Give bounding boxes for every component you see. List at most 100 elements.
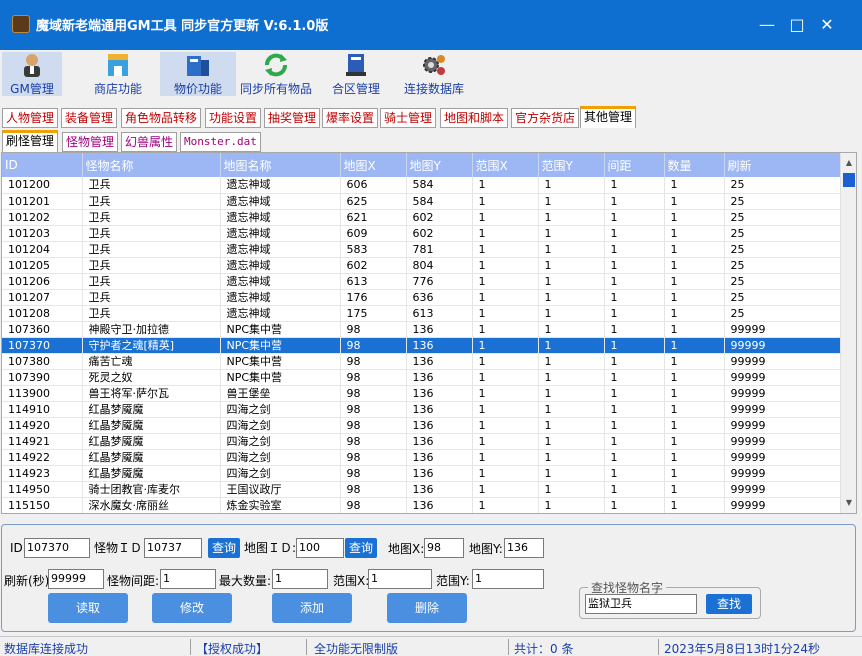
table-row[interactable]: 114950 骑士团教官·库麦尔 王国议政厅 98 136 1 1 1 1 99999	[2, 481, 841, 498]
table-cell: 1	[472, 257, 539, 274]
table-row[interactable]: 107390 死灵之奴 NPC集中营 98 136 1 1 1 1 99999	[2, 369, 841, 386]
table-cell: 99999	[724, 497, 841, 513]
map-query-button[interactable]: 查询	[345, 538, 377, 558]
table-row[interactable]: 114923 红晶梦魇魔 四海之剑 98 136 1 1 1 1 99999	[2, 465, 841, 482]
map-id-input[interactable]: 100	[296, 538, 344, 558]
tab-function-settings[interactable]: 功能设置	[205, 108, 262, 128]
close-button[interactable]: ✕	[814, 12, 840, 38]
price-function-button[interactable]: 物价功能	[160, 52, 236, 96]
vertical-scrollbar[interactable]: ▲ ▼	[840, 153, 856, 513]
table-cell: 114910	[2, 401, 83, 418]
table-row[interactable]: 114920 红晶梦魇魔 四海之剑 98 136 1 1 1 1 99999	[2, 417, 841, 434]
table-row[interactable]: 101202 卫兵 遗忘神域 621 602 1 1 1 1 25	[2, 209, 841, 226]
subtab-eudemon-attr[interactable]: 幻兽属性	[121, 132, 178, 152]
column-header[interactable]: 范围Y	[538, 153, 605, 177]
merge-server-button[interactable]: 合区管理	[326, 52, 386, 96]
column-header[interactable]: 地图X	[340, 153, 407, 177]
map-x-input[interactable]: 98	[424, 538, 464, 558]
column-header[interactable]: 范围X	[472, 153, 539, 177]
sub-tabs: 刷怪管理 怪物管理 幻兽属性 Monster.dat	[2, 130, 860, 152]
scroll-up-icon[interactable]: ▲	[841, 155, 856, 171]
table-cell: 25	[724, 289, 841, 306]
table-cell: 1	[664, 273, 725, 290]
column-header[interactable]: 地图Y	[406, 153, 473, 177]
table-cell: 98	[340, 465, 407, 482]
table-cell: 99999	[724, 433, 841, 450]
column-header[interactable]: 怪物名称	[82, 153, 221, 177]
column-header[interactable]: 刷新	[724, 153, 841, 177]
tab-equipment-manage[interactable]: 装备管理	[61, 108, 118, 128]
table-cell: 136	[406, 417, 473, 434]
id-input[interactable]: 107370	[24, 538, 90, 558]
table-cell: 卫兵	[82, 177, 221, 194]
search-button[interactable]: 查找	[706, 594, 752, 614]
table-row[interactable]: 101206 卫兵 遗忘神域 613 776 1 1 1 1 25	[2, 273, 841, 290]
shop-function-button[interactable]: 商店功能	[86, 52, 150, 96]
range-y-label: 范围Y:	[436, 574, 470, 588]
tab-knight-manage[interactable]: 骑士管理	[380, 108, 437, 128]
table-row[interactable]: 115150 深水魔女·席丽丝 炼金实验室 98 136 1 1 1 1 99999	[2, 497, 841, 513]
subtab-spawn-manage[interactable]: 刷怪管理	[2, 130, 59, 152]
tab-drop-rate[interactable]: 爆率设置	[322, 108, 379, 128]
modify-button[interactable]: 修改	[152, 593, 232, 623]
scroll-down-icon[interactable]: ▼	[841, 495, 856, 511]
tab-map-script[interactable]: 地图和脚本	[440, 108, 509, 128]
sync-all-items-button[interactable]: 同步所有物品	[238, 52, 314, 96]
table-cell: 1	[472, 353, 539, 370]
table-row[interactable]: 101207 卫兵 遗忘神域 176 636 1 1 1 1 25	[2, 289, 841, 306]
tab-character-manage[interactable]: 人物管理	[2, 108, 59, 128]
tab-official-store[interactable]: 官方杂货店	[511, 108, 580, 128]
refresh-input[interactable]: 99999	[48, 569, 104, 589]
table-cell: 101201	[2, 193, 83, 210]
table-row[interactable]: 114922 红晶梦魇魔 四海之剑 98 136 1 1 1 1 99999	[2, 449, 841, 466]
table-cell: 卫兵	[82, 289, 221, 306]
delete-button[interactable]: 删除	[387, 593, 467, 623]
minimize-button[interactable]: —	[754, 12, 780, 38]
table-cell: 1	[664, 353, 725, 370]
monster-id-input[interactable]: 10737	[144, 538, 202, 558]
range-x-input[interactable]: 1	[368, 569, 432, 589]
subtab-monster-dat[interactable]: Monster.dat	[180, 132, 261, 152]
range-y-input[interactable]: 1	[472, 569, 544, 589]
table-row[interactable]: 101200 卫兵 遗忘神域 606 584 1 1 1 1 25	[2, 177, 841, 194]
status-divider	[658, 639, 659, 655]
monster-query-button[interactable]: 查询	[208, 538, 240, 558]
table-row[interactable]: 101208 卫兵 遗忘神域 175 613 1 1 1 1 25	[2, 305, 841, 322]
table-cell: 1	[604, 385, 665, 402]
spacing-input[interactable]: 1	[160, 569, 216, 589]
scroll-thumb[interactable]	[843, 173, 855, 187]
table-row[interactable]: 107380 痛苦亡魂 NPC集中营 98 136 1 1 1 1 99999	[2, 353, 841, 370]
connect-database-button[interactable]: 连接数据库	[400, 52, 468, 96]
tab-lottery-manage[interactable]: 抽奖管理	[264, 108, 321, 128]
table-row[interactable]: 114921 红晶梦魇魔 四海之剑 98 136 1 1 1 1 99999	[2, 433, 841, 450]
gm-manage-button[interactable]: GM管理	[2, 52, 62, 96]
read-button[interactable]: 读取	[48, 593, 128, 623]
table-row[interactable]: 101203 卫兵 遗忘神域 609 602 1 1 1 1 25	[2, 225, 841, 242]
table-cell: 1	[538, 257, 605, 274]
column-header[interactable]: 间距	[604, 153, 665, 177]
table-row[interactable]: 107370 守护者之魂[精英] NPC集中营 98 136 1 1 1 1 99999	[2, 337, 841, 354]
column-header[interactable]: 数量	[664, 153, 725, 177]
map-y-input[interactable]: 136	[504, 538, 544, 558]
table-cell: 107390	[2, 369, 83, 386]
maximize-button[interactable]: □	[784, 12, 810, 38]
table-cell: 1	[604, 305, 665, 322]
spawn-table: ID 怪物名称 地图名称 地图X 地图Y 范围X 范围Y 间距 数量 刷新 101200 卫兵 遗忘神…	[1, 152, 857, 514]
table-row[interactable]: 101201 卫兵 遗忘神域 625 584 1 1 1 1 25	[2, 193, 841, 210]
table-row[interactable]: 113900 兽王将军·萨尔瓦 兽王堡垒 98 136 1 1 1 1 99999	[2, 385, 841, 402]
column-header[interactable]: 地图名称	[220, 153, 341, 177]
add-button[interactable]: 添加	[272, 593, 352, 623]
table-row[interactable]: 114910 红晶梦魇魔 四海之剑 98 136 1 1 1 1 99999	[2, 401, 841, 418]
table-cell: 1	[664, 481, 725, 498]
table-row[interactable]: 101205 卫兵 遗忘神域 602 804 1 1 1 1 25	[2, 257, 841, 274]
table-row[interactable]: 101204 卫兵 遗忘神域 583 781 1 1 1 1 25	[2, 241, 841, 258]
table-cell: 25	[724, 257, 841, 274]
table-cell: 99999	[724, 385, 841, 402]
monster-name-search-input[interactable]: 监狱卫兵	[585, 594, 697, 614]
column-header[interactable]: ID	[2, 153, 83, 177]
table-row[interactable]: 107360 神殿守卫·加拉德 NPC集中营 98 136 1 1 1 1 99999	[2, 321, 841, 338]
max-count-input[interactable]: 1	[272, 569, 328, 589]
subtab-monster-manage[interactable]: 怪物管理	[62, 132, 119, 152]
tab-item-transfer[interactable]: 角色物品转移	[121, 108, 202, 128]
tab-other-manage[interactable]: 其他管理	[580, 106, 637, 128]
